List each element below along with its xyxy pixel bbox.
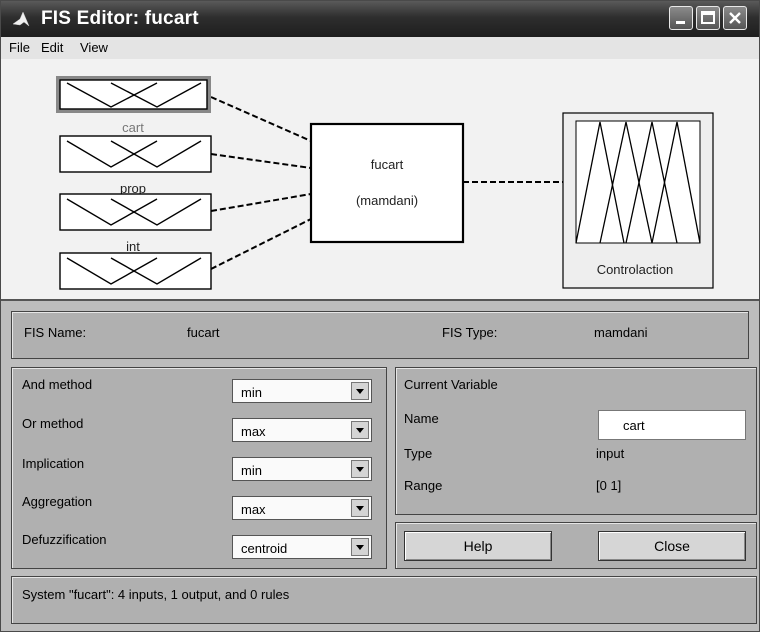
close-button[interactable]: Close xyxy=(598,531,746,561)
defuzzification-label: Defuzzification xyxy=(22,532,107,547)
status-bar: System "fucart": 4 inputs, 1 output, and… xyxy=(11,576,757,624)
current-variable-panel: Current Variable Name cart Type input Ra… xyxy=(395,367,757,515)
fis-info-panel: FIS Name: fucart FIS Type: mamdani xyxy=(11,311,749,359)
aggregation-value: max xyxy=(241,502,266,517)
fis-type-label: FIS Type: xyxy=(442,325,498,340)
aggregation-select[interactable]: max xyxy=(232,496,372,520)
title-bar[interactable]: FIS Editor: fucart xyxy=(1,1,759,37)
input-mf-deriv[interactable] xyxy=(59,252,212,290)
input-label-deriv: deriv xyxy=(119,297,148,299)
or-method-label: Or method xyxy=(22,416,84,431)
aggregation-label: Aggregation xyxy=(22,494,93,509)
chevron-down-icon xyxy=(351,499,369,517)
system-block[interactable] xyxy=(309,122,465,244)
menu-bar: File Edit View xyxy=(1,37,759,59)
implication-select[interactable]: min xyxy=(232,457,372,481)
or-method-value: max xyxy=(241,424,266,439)
implication-label: Implication xyxy=(22,456,85,471)
input-label-cart: cart xyxy=(122,120,144,135)
input-mf-prop[interactable] xyxy=(59,135,212,173)
input-mf-int[interactable] xyxy=(59,193,212,231)
input-label-int: int xyxy=(126,239,140,254)
input-mf-cart[interactable] xyxy=(56,76,211,113)
current-variable-heading: Current Variable xyxy=(404,377,498,392)
variable-type-value: input xyxy=(596,446,625,461)
and-method-label: And method xyxy=(22,377,93,392)
implication-value: min xyxy=(241,463,262,478)
fis-editor-window: FIS Editor: fucart File Edit View cart p… xyxy=(0,0,760,632)
status-text: System "fucart": 4 inputs, 1 output, and… xyxy=(22,587,290,602)
variable-name-field[interactable]: cart xyxy=(598,410,746,440)
chevron-down-icon xyxy=(351,538,369,556)
menu-file[interactable]: File xyxy=(9,40,30,55)
methods-panel: And method min Or method max Implication… xyxy=(11,367,387,569)
variable-range-value: [0 1] xyxy=(596,478,622,493)
chevron-down-icon xyxy=(351,460,369,478)
and-method-select[interactable]: min xyxy=(232,379,372,403)
variable-name-value: cart xyxy=(623,418,645,433)
variable-name-label: Name xyxy=(404,411,439,426)
fis-name-label: FIS Name: xyxy=(24,325,87,340)
maximize-button[interactable] xyxy=(696,6,720,30)
defuzzification-select[interactable]: centroid xyxy=(232,535,372,559)
close-window-button[interactable] xyxy=(723,6,747,30)
menu-view[interactable]: View xyxy=(80,40,108,55)
button-panel: Help Close xyxy=(395,522,757,569)
system-name: fucart xyxy=(371,157,404,172)
fis-type-value: mamdani xyxy=(594,325,648,340)
fis-name-value: fucart xyxy=(187,325,220,340)
or-method-select[interactable]: max xyxy=(232,418,372,442)
output-label: Controlaction xyxy=(597,262,674,277)
chevron-down-icon xyxy=(351,421,369,439)
menu-edit[interactable]: Edit xyxy=(41,40,63,55)
help-button[interactable]: Help xyxy=(404,531,552,561)
maximize-icon xyxy=(701,11,715,24)
fis-diagram: cart prop int fucart (mamdani) Controlac… xyxy=(1,59,759,301)
chevron-down-icon xyxy=(351,382,369,400)
and-method-value: min xyxy=(241,385,262,400)
variable-type-label: Type xyxy=(404,446,433,461)
minimize-icon xyxy=(676,21,685,24)
close-icon xyxy=(729,12,741,24)
variable-range-label: Range xyxy=(404,478,443,493)
window-title: FIS Editor: fucart xyxy=(41,8,199,29)
system-type: (mamdani) xyxy=(356,193,418,208)
matlab-logo-icon xyxy=(11,9,31,29)
minimize-button[interactable] xyxy=(669,6,693,30)
defuzzification-value: centroid xyxy=(241,541,288,556)
